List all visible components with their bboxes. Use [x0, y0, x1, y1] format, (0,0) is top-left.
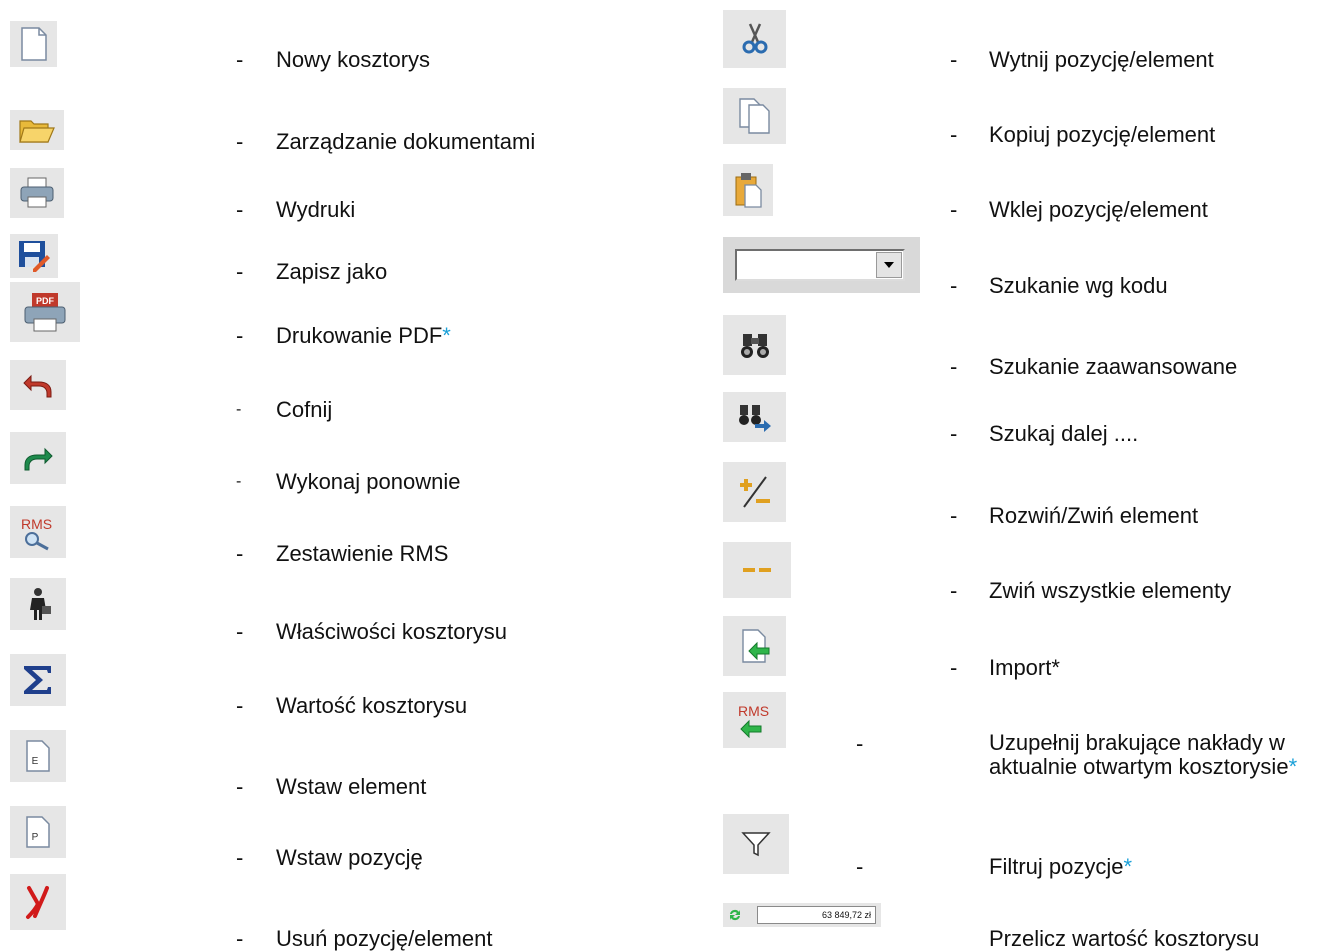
- label-estimate-properties: Właściwości kosztorysu: [276, 619, 508, 644]
- separator-dash: -: [950, 273, 958, 298]
- pdf-print-icon[interactable]: PDF: [10, 282, 80, 342]
- delete-x-icon[interactable]: [10, 874, 66, 930]
- separator-dash: -: [950, 503, 958, 528]
- new-document-icon[interactable]: [10, 21, 57, 67]
- label-import: Import*: [989, 655, 1060, 680]
- chevron-down-icon: [884, 262, 894, 268]
- label-copy: Kopiuj pozycję/element: [989, 122, 1216, 147]
- code-search-combo[interactable]: [723, 237, 920, 293]
- separator-dash: -: [236, 129, 244, 154]
- separator-dash: -: [236, 926, 244, 951]
- separator-dash: -: [950, 354, 958, 379]
- label-advanced-search: Szukanie zaawansowane: [989, 354, 1238, 379]
- label-cut: Wytnij pozycję/element: [989, 47, 1214, 72]
- open-folder-icon[interactable]: [10, 110, 64, 150]
- separator-dash: -: [236, 693, 244, 718]
- separator-dash: -: [950, 578, 958, 603]
- insert-position-icon[interactable]: P: [10, 806, 66, 858]
- rms-text: RMS: [21, 516, 52, 532]
- label-insert-position: Wstaw pozycję: [276, 845, 423, 870]
- separator-dash: -: [236, 259, 244, 284]
- element-letter: E: [32, 756, 39, 767]
- label-fill-missing: Uzupełnij brakujące nakłady w aktualnie …: [989, 730, 1298, 779]
- separator-dash: -: [950, 122, 958, 147]
- separator-dash: -: [236, 619, 244, 644]
- properties-person-icon[interactable]: [10, 578, 66, 630]
- filter-icon[interactable]: [723, 814, 789, 874]
- asterisk-note: *: [442, 323, 451, 348]
- separator-dash: -: [236, 845, 244, 870]
- separator-dash: -: [856, 731, 864, 756]
- separator-dash: -: [236, 323, 244, 348]
- label-undo: Cofnij: [276, 397, 333, 422]
- rms-import-icon[interactable]: RMS: [723, 692, 786, 748]
- printer-icon[interactable]: [10, 168, 64, 218]
- label-estimate-value: Wartość kosztorysu: [276, 693, 468, 718]
- scissors-icon[interactable]: [723, 10, 786, 68]
- redo-icon[interactable]: [10, 432, 66, 484]
- recalculate-control[interactable]: 63 849,72 zł: [723, 903, 881, 927]
- separator-dash: -: [950, 421, 958, 446]
- rms-search-icon[interactable]: RMS: [10, 506, 66, 558]
- collapse-all-icon[interactable]: [723, 542, 791, 598]
- separator-dash: -: [236, 47, 244, 72]
- save-as-icon[interactable]: [10, 234, 58, 278]
- refresh-icon[interactable]: [727, 907, 743, 923]
- label-collapse-all: Zwiń wszystkie elementy: [989, 578, 1232, 603]
- label-find-next: Szukaj dalej ....: [989, 421, 1139, 446]
- label-rms-summary: Zestawienie RMS: [276, 541, 449, 566]
- label-delete: Usuń pozycję/element: [276, 926, 493, 951]
- separator-dash: -: [236, 541, 244, 566]
- separator-dash: -: [950, 655, 958, 680]
- dropdown-button[interactable]: [876, 252, 902, 278]
- separator-dash: -: [236, 774, 244, 799]
- label-printouts: Wydruki: [276, 197, 356, 222]
- label-new-estimate: Nowy kosztorys: [276, 47, 431, 72]
- separator-dash: -: [236, 197, 244, 222]
- position-letter: P: [32, 832, 39, 843]
- separator-dash: -: [236, 473, 242, 490]
- copy-icon[interactable]: [723, 88, 786, 144]
- label-pdf-print: Drukowanie PDF*: [276, 323, 451, 348]
- paste-icon[interactable]: [723, 164, 773, 216]
- undo-icon[interactable]: [10, 360, 66, 410]
- separator-dash: -: [236, 401, 242, 418]
- asterisk-note: *: [1123, 854, 1133, 879]
- sigma-icon[interactable]: [10, 654, 66, 706]
- label-paste: Wklej pozycję/element: [989, 197, 1208, 222]
- label-recalculate: Przelicz wartość kosztorysu: [989, 926, 1260, 951]
- binoculars-icon[interactable]: [723, 315, 786, 375]
- import-icon[interactable]: [723, 616, 786, 676]
- find-next-icon[interactable]: [723, 392, 786, 442]
- label-document-management: Zarządzanie dokumentami: [276, 129, 536, 154]
- separator-dash: -: [950, 47, 958, 72]
- label-expand-collapse: Rozwiń/Zwiń element: [989, 503, 1199, 528]
- label-search-by-code: Szukanie wg kodu: [989, 273, 1168, 298]
- separator-dash: -: [856, 854, 864, 879]
- rms-text: RMS: [738, 703, 769, 719]
- estimate-value-field: 63 849,72 zł: [757, 906, 876, 924]
- asterisk-note: *: [1288, 754, 1298, 779]
- label-save-as: Zapisz jako: [276, 259, 388, 284]
- label-filter: Filtruj pozycje*: [989, 854, 1133, 879]
- code-search-input[interactable]: [735, 249, 905, 281]
- label-redo: Wykonaj ponownie: [276, 469, 461, 494]
- insert-element-icon[interactable]: E: [10, 730, 66, 782]
- pdf-text: PDF: [36, 296, 55, 306]
- expand-collapse-icon[interactable]: [723, 462, 786, 522]
- separator-dash: -: [950, 197, 958, 222]
- label-insert-element: Wstaw element: [276, 774, 427, 799]
